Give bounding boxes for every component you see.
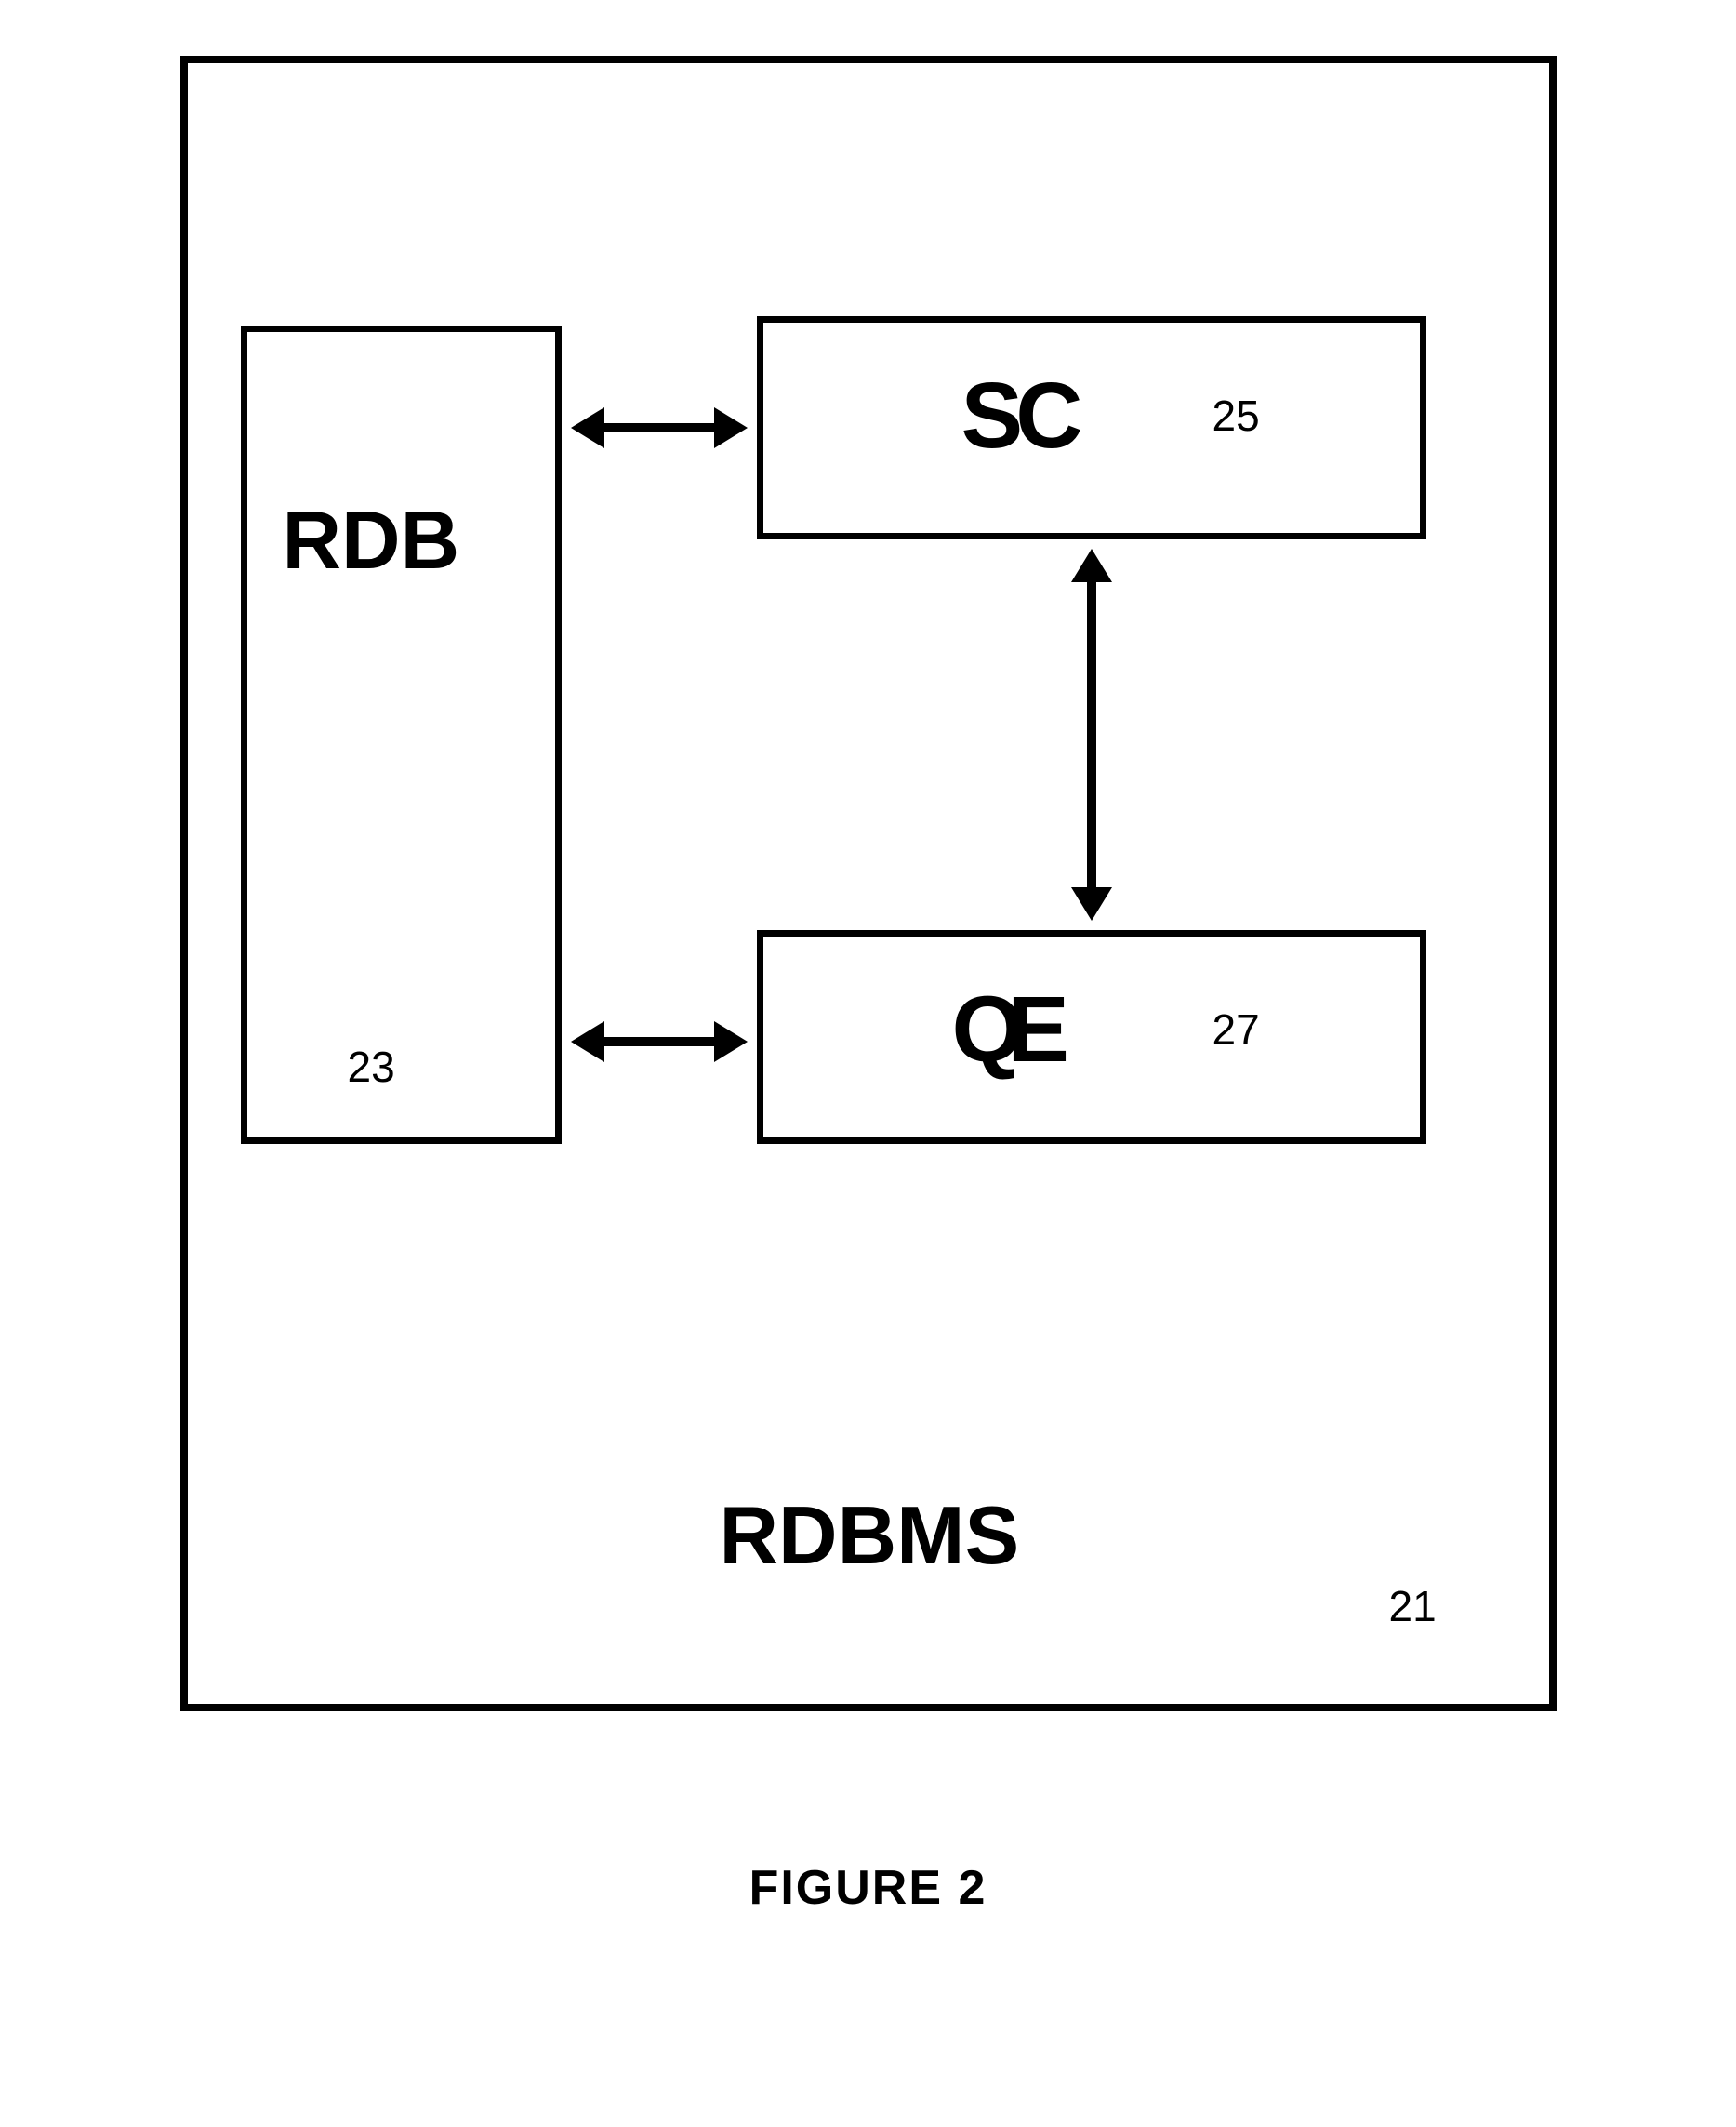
qe-block	[757, 930, 1426, 1144]
qe-ref-number: 27	[1213, 1004, 1260, 1055]
arrow-rdb-sc	[599, 423, 720, 432]
rdbms-ref-number: 21	[1389, 1581, 1437, 1631]
rdbms-label: RDBMS	[720, 1488, 1020, 1583]
rdb-block	[241, 326, 562, 1144]
arrow-sc-qe	[1087, 577, 1096, 893]
sc-label: SC	[961, 363, 1076, 470]
diagram-container: RDB 23 SC 25 QE 27 RDBMS 21	[143, 37, 1594, 1804]
arrow-rdb-qe	[599, 1037, 720, 1046]
sc-block	[757, 316, 1426, 539]
rdb-ref-number: 23	[348, 1042, 395, 1092]
sc-ref-number: 25	[1213, 391, 1260, 441]
figure-caption: FIGURE 2	[37, 1860, 1699, 1916]
qe-label: QE	[952, 977, 1053, 1083]
rdb-label: RDB	[283, 493, 460, 588]
